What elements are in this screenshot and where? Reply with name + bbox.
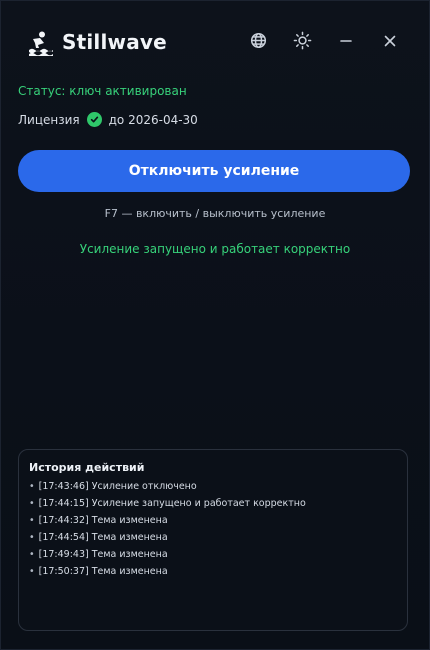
history-list: • [17:43:46] Усиление отключено • [17:44:1… — [29, 478, 397, 580]
history-entry: • [17:50:37] Тема изменена — [29, 566, 168, 577]
history-entry: • [17:44:54] Тема изменена — [29, 532, 168, 543]
sun-icon — [293, 31, 312, 54]
toggle-boost-button[interactable]: Отключить усиление — [18, 150, 410, 192]
state-message: Усиление запущено и работает корректно — [79, 242, 351, 256]
license-row: Лицензия до 2026-04-30 — [18, 112, 198, 127]
history-entry-text: [17:44:54] Тема изменена — [38, 532, 168, 543]
status-text: Статус: ключ активирован — [18, 84, 187, 98]
history-entry-text: [17:43:46] Усиление отключено — [38, 481, 197, 492]
language-button[interactable] — [247, 31, 269, 53]
history-entry-text: [17:44:15] Усиление запущено и работает … — [38, 498, 306, 509]
swimmer-icon — [27, 30, 53, 56]
app-window: Stillwave Статус: ключ активирован Лицен… — [0, 0, 430, 650]
theme-toggle-button[interactable] — [291, 31, 313, 53]
check-circle-icon — [86, 112, 102, 127]
minimize-icon — [339, 33, 353, 52]
globe-icon — [250, 32, 267, 53]
history-entry: • [17:49:43] Тема изменена — [29, 549, 168, 560]
close-icon — [383, 33, 397, 52]
minimize-button[interactable] — [335, 31, 357, 53]
license-label: Лицензия — [18, 112, 80, 127]
history-entry: • [17:43:46] Усиление отключено — [29, 481, 197, 492]
title-bar[interactable]: Stillwave — [1, 1, 429, 81]
history-entry: • [17:44:32] Тема изменена — [29, 515, 168, 526]
history-title: История действий — [29, 461, 145, 474]
close-button[interactable] — [379, 31, 401, 53]
history-entry-text: [17:50:37] Тема изменена — [38, 566, 168, 577]
history-entry-text: [17:49:43] Тема изменена — [38, 549, 168, 560]
history-entry: • [17:44:15] Усиление запущено и работает… — [29, 498, 306, 509]
license-expiry: до 2026-04-30 — [108, 112, 198, 127]
history-entry-text: [17:44:32] Тема изменена — [38, 515, 168, 526]
app-title: Stillwave — [62, 30, 167, 54]
hotkey-hint: F7 — включить / выключить усиление — [104, 207, 326, 220]
history-panel: История действий • [17:43:46] Усиление от… — [18, 449, 408, 631]
